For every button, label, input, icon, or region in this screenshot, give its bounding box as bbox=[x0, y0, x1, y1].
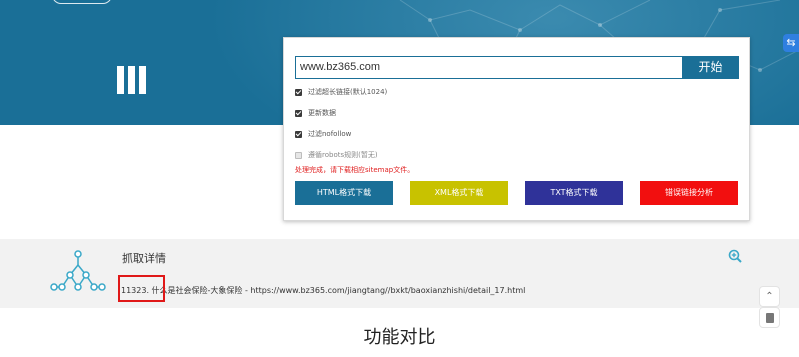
side-widget-icon[interactable]: ⇆ bbox=[783, 34, 799, 52]
start-button[interactable]: 开始 bbox=[682, 56, 739, 79]
option-robots[interactable]: 遵循robots规则(暂无) bbox=[295, 149, 378, 161]
checkbox-filter-nofollow[interactable] bbox=[295, 130, 302, 138]
option-label: 过滤超长链接(默认1024) bbox=[308, 88, 388, 96]
html-download-button[interactable]: HTML格式下载 bbox=[295, 181, 393, 205]
compare-title: 功能对比 bbox=[363, 327, 436, 348]
crawl-details-section: 抓取详情 11323. 什么是社会保险-大象保险 - https://www.b… bbox=[0, 239, 799, 308]
tree-network-icon bbox=[50, 250, 106, 291]
bars-logo-icon bbox=[117, 66, 147, 94]
checkbox-filter-long-links[interactable] bbox=[295, 88, 302, 96]
sitemap-panel: www.bz365.com 开始 过滤超长链接(默认1024) 更新数据 过滤n… bbox=[283, 37, 750, 221]
checkbox-robots[interactable] bbox=[295, 151, 302, 159]
top-pill-button[interactable] bbox=[52, 0, 112, 4]
zoom-in-icon[interactable] bbox=[728, 249, 742, 263]
option-label: 过滤nofollow bbox=[308, 130, 352, 138]
arrow-up-icon[interactable]: ⌃ bbox=[759, 286, 780, 307]
option-filter-long-links[interactable]: 过滤超长链接(默认1024) bbox=[295, 86, 387, 98]
option-label: 遵循robots规则(暂无) bbox=[308, 151, 378, 159]
option-update-data[interactable]: 更新数据 bbox=[295, 107, 336, 119]
error-links-button[interactable]: 错误链接分析 bbox=[640, 181, 738, 205]
details-line: 11323. 什么是社会保险-大象保险 - https://www.bz365.… bbox=[121, 286, 526, 295]
txt-download-button[interactable]: TXT格式下载 bbox=[525, 181, 623, 205]
status-message: 处理完成，请下载相应sitemap文件。 bbox=[295, 166, 415, 174]
option-label: 更新数据 bbox=[308, 109, 336, 117]
highlight-box bbox=[118, 275, 165, 302]
details-title: 抓取详情 bbox=[122, 252, 166, 265]
option-filter-nofollow[interactable]: 过滤nofollow bbox=[295, 128, 351, 140]
checkbox-update-data[interactable] bbox=[295, 109, 302, 117]
xml-download-button[interactable]: XML格式下载 bbox=[410, 181, 508, 205]
url-input[interactable]: www.bz365.com bbox=[295, 56, 683, 79]
